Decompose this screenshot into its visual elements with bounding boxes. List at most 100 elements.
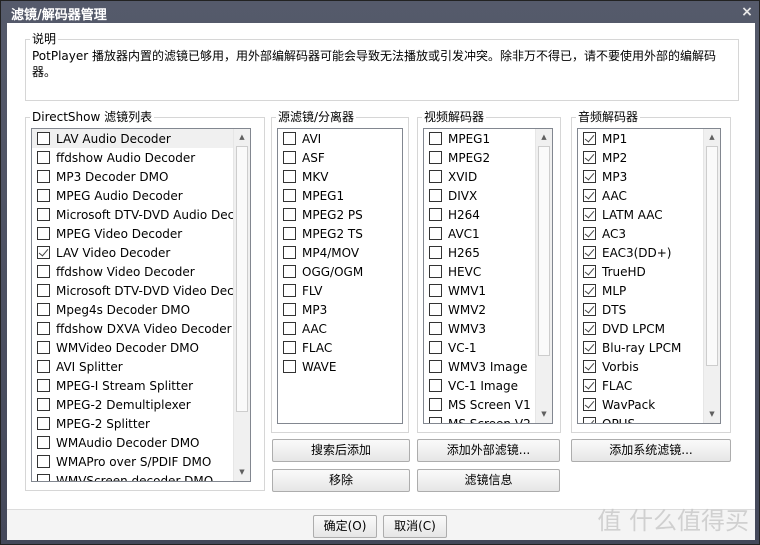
list-item[interactable]: DVD LPCM — [578, 319, 720, 338]
checkbox-checked[interactable] — [583, 398, 596, 411]
checkbox[interactable] — [283, 189, 296, 202]
checkbox-checked[interactable] — [583, 379, 596, 392]
directshow-list[interactable]: LAV Audio Decoder ffdshow Audio Decoder MP… — [31, 128, 251, 482]
list-item[interactable]: AVI — [278, 129, 402, 148]
list-item[interactable]: MPEG-I Stream Splitter — [32, 376, 250, 395]
checkbox[interactable] — [283, 265, 296, 278]
list-item[interactable]: OPUS — [578, 414, 720, 423]
list-item[interactable]: WMV1 — [424, 281, 552, 300]
list-item[interactable]: WMVScreen decoder DMO — [32, 471, 250, 481]
add-system-filter-button[interactable]: 添加系统滤镜... — [571, 439, 731, 462]
list-item[interactable]: Mpeg4s Decoder DMO — [32, 300, 250, 319]
checkbox-checked[interactable] — [583, 303, 596, 316]
checkbox[interactable] — [283, 227, 296, 240]
list-item[interactable]: AAC — [578, 186, 720, 205]
checkbox[interactable] — [429, 398, 442, 411]
list-item[interactable]: LAV Video Decoder — [32, 243, 250, 262]
close-icon[interactable]: × — [739, 4, 755, 20]
list-item[interactable]: DIVX — [424, 186, 552, 205]
checkbox-checked[interactable] — [583, 246, 596, 259]
list-item[interactable]: MP3 — [278, 300, 402, 319]
list-item[interactable]: FLV — [278, 281, 402, 300]
list-item[interactable]: Microsoft DTV-DVD Video Dec... — [32, 281, 250, 300]
scroll-down-icon[interactable]: ▼ — [536, 406, 552, 423]
checkbox[interactable] — [283, 322, 296, 335]
checkbox[interactable] — [429, 208, 442, 221]
list-item[interactable]: MP3 Decoder DMO — [32, 167, 250, 186]
scroll-up-icon[interactable]: ▲ — [234, 129, 250, 146]
checkbox[interactable] — [37, 151, 50, 164]
checkbox[interactable] — [37, 265, 50, 278]
list-item[interactable]: TrueHD — [578, 262, 720, 281]
list-item[interactable]: EAC3(DD+) — [578, 243, 720, 262]
list-item[interactable]: MPEG1 — [424, 129, 552, 148]
checkbox-checked[interactable] — [583, 227, 596, 240]
checkbox[interactable] — [429, 132, 442, 145]
checkbox[interactable] — [37, 189, 50, 202]
list-item[interactable]: AAC — [278, 319, 402, 338]
checkbox[interactable] — [283, 132, 296, 145]
scrollbar[interactable]: ▲ ▼ — [233, 129, 250, 481]
checkbox[interactable] — [37, 417, 50, 430]
checkbox[interactable] — [283, 284, 296, 297]
checkbox[interactable] — [37, 379, 50, 392]
checkbox-checked[interactable] — [583, 151, 596, 164]
checkbox[interactable] — [429, 417, 442, 423]
checkbox[interactable] — [37, 474, 50, 481]
checkbox[interactable] — [37, 132, 50, 145]
list-item[interactable]: DTS — [578, 300, 720, 319]
checkbox-checked[interactable] — [583, 132, 596, 145]
list-item[interactable]: MS Screen V2 — [424, 414, 552, 423]
filter-info-button[interactable]: 滤镜信息 — [417, 469, 560, 492]
checkbox[interactable] — [37, 170, 50, 183]
add-external-filter-button[interactable]: 添加外部滤镜... — [417, 439, 560, 462]
list-item[interactable]: WAVE — [278, 357, 402, 376]
list-item[interactable]: MLP — [578, 281, 720, 300]
checkbox[interactable] — [429, 360, 442, 373]
checkbox[interactable] — [37, 284, 50, 297]
list-item[interactable]: Vorbis — [578, 357, 720, 376]
checkbox-checked[interactable] — [583, 322, 596, 335]
checkbox[interactable] — [429, 379, 442, 392]
video-decoder-list[interactable]: MPEG1 MPEG2 XVID DIVX H264 AVC1 H265 HEVC WMV1 WM… — [423, 128, 553, 424]
list-item[interactable]: ffdshow Video Decoder — [32, 262, 250, 281]
checkbox[interactable] — [283, 303, 296, 316]
checkbox[interactable] — [37, 455, 50, 468]
scrollbar[interactable]: ▲ ▼ — [703, 129, 720, 423]
checkbox[interactable] — [429, 246, 442, 259]
checkbox[interactable] — [283, 208, 296, 221]
list-item[interactable]: FLAC — [578, 376, 720, 395]
list-item[interactable]: MPEG-2 Demultiplexer — [32, 395, 250, 414]
checkbox-checked[interactable] — [583, 341, 596, 354]
checkbox[interactable] — [429, 265, 442, 278]
list-item[interactable]: FLAC — [278, 338, 402, 357]
scroll-down-icon[interactable]: ▼ — [234, 464, 250, 481]
list-item[interactable]: MPEG2 TS — [278, 224, 402, 243]
ok-button[interactable]: 确定(O) — [313, 515, 377, 538]
list-item[interactable]: H265 — [424, 243, 552, 262]
list-item[interactable]: MP2 — [578, 148, 720, 167]
scroll-down-icon[interactable]: ▼ — [704, 406, 720, 423]
list-item[interactable]: WMVideo Decoder DMO — [32, 338, 250, 357]
checkbox[interactable] — [283, 360, 296, 373]
list-item[interactable]: MPEG Audio Decoder — [32, 186, 250, 205]
checkbox-checked[interactable] — [583, 284, 596, 297]
cancel-button[interactable]: 取消(C) — [383, 515, 447, 538]
checkbox[interactable] — [429, 151, 442, 164]
list-item[interactable]: HEVC — [424, 262, 552, 281]
list-item[interactable]: ffdshow DXVA Video Decoder — [32, 319, 250, 338]
scroll-up-icon[interactable]: ▲ — [704, 129, 720, 146]
list-item[interactable]: Microsoft DTV-DVD Audio Dec... — [32, 205, 250, 224]
list-item[interactable]: MPEG2 — [424, 148, 552, 167]
checkbox-checked[interactable] — [583, 170, 596, 183]
list-item[interactable]: AVC1 — [424, 224, 552, 243]
checkbox[interactable] — [37, 436, 50, 449]
scroll-thumb[interactable] — [538, 146, 550, 356]
scrollbar[interactable]: ▲ ▼ — [535, 129, 552, 423]
list-item[interactable]: ASF — [278, 148, 402, 167]
checkbox-checked[interactable] — [583, 417, 596, 423]
checkbox[interactable] — [429, 341, 442, 354]
checkbox[interactable] — [37, 208, 50, 221]
checkbox[interactable] — [283, 151, 296, 164]
checkbox[interactable] — [37, 398, 50, 411]
